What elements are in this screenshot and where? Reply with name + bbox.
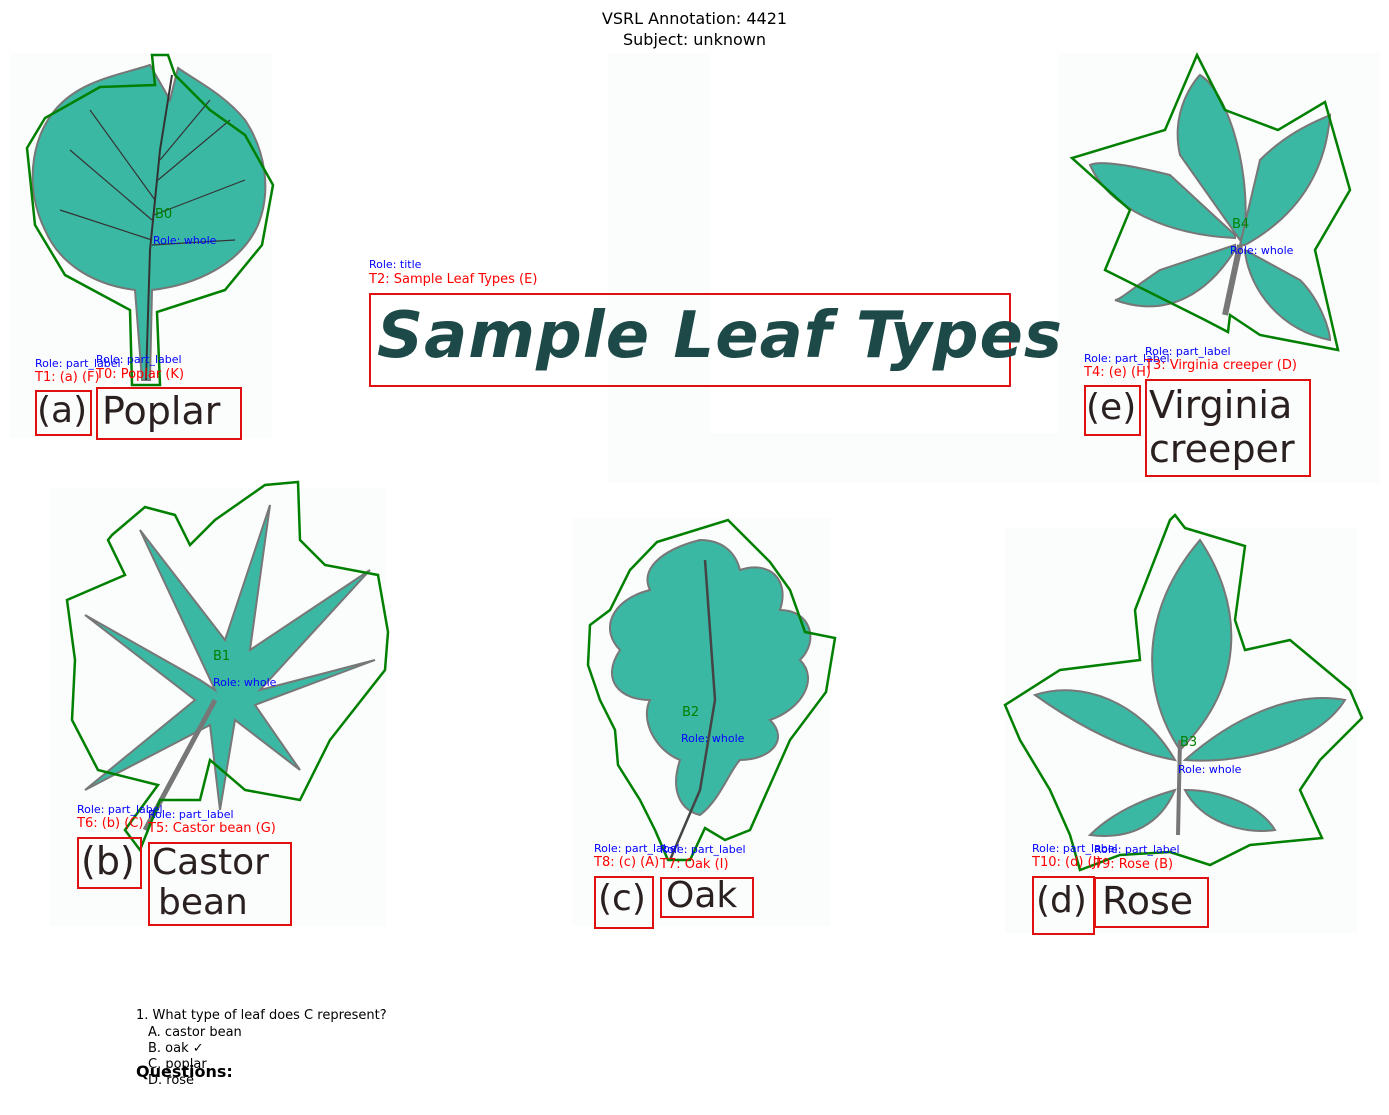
b1-label: B1 — [213, 649, 231, 664]
oak-leaf — [609, 538, 812, 861]
t9-box: Rose — [1094, 877, 1209, 928]
t0-role: Role: part_label — [96, 353, 182, 366]
poplar-text: Poplar — [102, 389, 221, 433]
leaf-diagram — [25, 52, 1364, 872]
rose-leaf — [1032, 538, 1347, 837]
t7-role: Role: part_label — [660, 843, 746, 856]
t4-label: T4: (e) (H) — [1084, 365, 1151, 380]
t2-label: T2: Sample Leaf Types (E) — [369, 272, 538, 287]
b3-role: Role: whole — [1178, 763, 1242, 776]
t10-label: T10: (d) (J) — [1032, 855, 1102, 870]
t7-label: T7: Oak (I) — [660, 857, 729, 872]
question-1-option-a: A. castor bean — [148, 1025, 242, 1040]
t3-label: T3: Virginia creeper (D) — [1145, 358, 1297, 373]
poplar-leaf — [31, 63, 267, 381]
label-d-text: (d) — [1036, 880, 1087, 921]
t5-box: Castor bean — [148, 842, 292, 926]
b2-role: Role: whole — [681, 732, 745, 745]
t9-label: T9: Rose (B) — [1094, 857, 1174, 872]
t4-box: (e) — [1084, 385, 1141, 436]
t7-box: Oak — [660, 875, 754, 918]
label-c-text: (c) — [598, 878, 646, 919]
t3-box: Virginia creeper — [1145, 379, 1311, 477]
t2-role: Role: title — [369, 258, 422, 271]
question-1: 1. What type of leaf does C represent? — [136, 1008, 387, 1023]
castor-bean-leaf — [84, 504, 376, 832]
t10-box: (d) — [1032, 876, 1095, 935]
t5-role: Role: part_label — [148, 808, 234, 821]
t5-label: T5: Castor bean (G) — [148, 821, 276, 836]
b0-label: B0 — [155, 207, 173, 222]
bean-text: bean — [158, 882, 248, 923]
b2-label: B2 — [682, 705, 700, 720]
oak-text: Oak — [666, 875, 738, 916]
label-b-text: (b) — [81, 839, 135, 883]
b4-label: B4 — [1232, 217, 1250, 232]
label-a-text: (a) — [37, 390, 88, 431]
b3-label: B3 — [1180, 735, 1198, 750]
t6-label: T6: (b) (C) — [77, 816, 144, 831]
castor-text: Castor — [152, 842, 269, 883]
rose-text: Rose — [1102, 879, 1194, 923]
b1-role: Role: whole — [213, 676, 277, 689]
questions-heading: Questions: — [136, 1062, 233, 1081]
question-1-option-b: B. oak ✓ — [148, 1041, 204, 1056]
t3-role: Role: part_label — [1145, 345, 1231, 358]
sample-leaf-types-text: Sample Leaf Types — [377, 299, 1063, 373]
b4-role: Role: whole — [1230, 244, 1294, 257]
t6-box: (b) — [77, 837, 142, 889]
t8-label: T8: (c) (A) — [594, 855, 660, 870]
label-e-text: (e) — [1086, 387, 1137, 428]
t9-role: Role: part_label — [1094, 843, 1180, 856]
t0-label: T0: Poplar (K) — [96, 367, 185, 382]
creeper-text: creeper — [1149, 427, 1295, 471]
b0-role: Role: whole — [153, 234, 217, 247]
virginia-text: Virginia — [1149, 383, 1293, 427]
t2-box: Sample Leaf Types — [369, 293, 1062, 387]
t1-label: T1: (a) (F) — [35, 370, 100, 385]
t0-box: Poplar — [96, 387, 242, 440]
t1-box: (a) — [35, 390, 92, 436]
t8-box: (c) — [594, 876, 654, 929]
